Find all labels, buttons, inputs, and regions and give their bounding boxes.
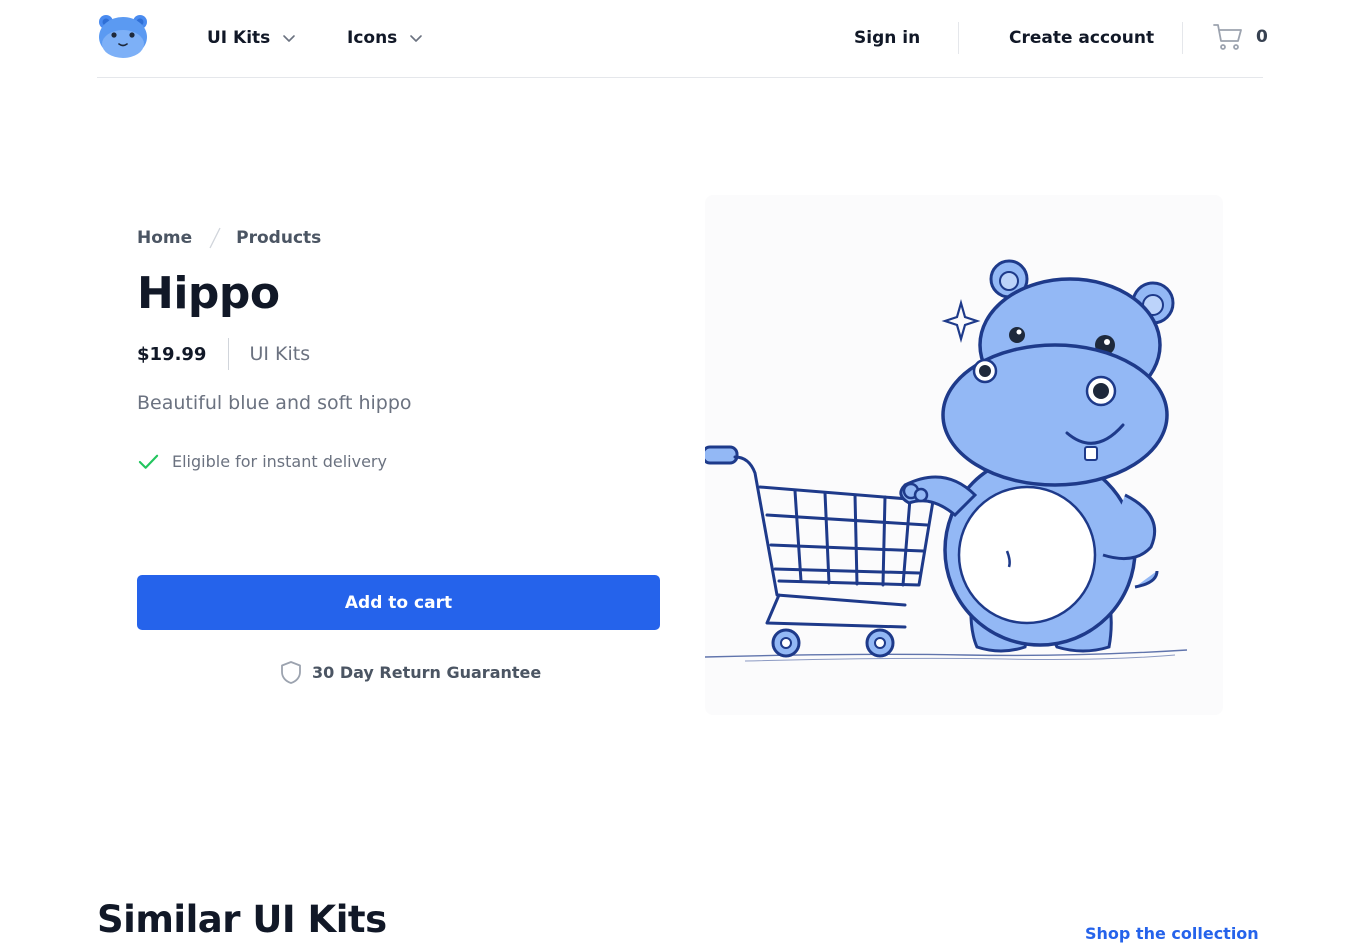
product-meta: $19.99 UI Kits xyxy=(137,338,310,370)
nav-ui-kits-label: UI Kits xyxy=(207,28,271,48)
divider xyxy=(958,22,959,54)
product-price: $19.99 xyxy=(137,343,207,365)
product-title: Hippo xyxy=(137,268,280,319)
create-account-link[interactable]: Create account xyxy=(1009,26,1154,50)
divider xyxy=(228,338,230,370)
delivery-note-text: Eligible for instant delivery xyxy=(172,452,387,471)
shop-collection-link[interactable]: Shop the collection xyxy=(1085,924,1259,943)
cart-button[interactable]: 0 xyxy=(1212,20,1268,54)
shopping-cart-icon xyxy=(1213,24,1242,50)
breadcrumb-products[interactable]: Products xyxy=(236,228,321,248)
slash-separator-icon xyxy=(209,227,221,249)
return-guarantee: 30 Day Return Guarantee xyxy=(280,660,541,685)
top-navbar: UI Kits Icons Sign in Create account 0 xyxy=(97,0,1268,78)
sign-in-link[interactable]: Sign in xyxy=(854,26,920,50)
nav-icons-label: Icons xyxy=(347,28,398,48)
check-icon xyxy=(138,454,159,469)
chevron-down-icon xyxy=(410,35,423,42)
nav-ui-kits[interactable]: UI Kits xyxy=(207,26,296,50)
divider xyxy=(1182,22,1183,54)
return-guarantee-text: 30 Day Return Guarantee xyxy=(312,663,542,682)
product-description: Beautiful blue and soft hippo xyxy=(137,392,412,414)
nav-icons[interactable]: Icons xyxy=(347,26,423,50)
cart-count: 0 xyxy=(1256,27,1268,47)
shield-icon xyxy=(281,661,301,684)
delivery-note: Eligible for instant delivery xyxy=(137,450,387,473)
breadcrumb-home[interactable]: Home xyxy=(137,228,192,248)
product-image xyxy=(701,195,1223,715)
product-category: UI Kits xyxy=(249,343,311,365)
add-to-cart-button[interactable]: Add to cart xyxy=(137,575,660,630)
chevron-down-icon xyxy=(283,35,296,42)
hippo-logo-icon[interactable] xyxy=(97,13,149,59)
breadcrumb: Home Products xyxy=(137,226,321,250)
hippo-cart-illustration xyxy=(701,259,1188,662)
